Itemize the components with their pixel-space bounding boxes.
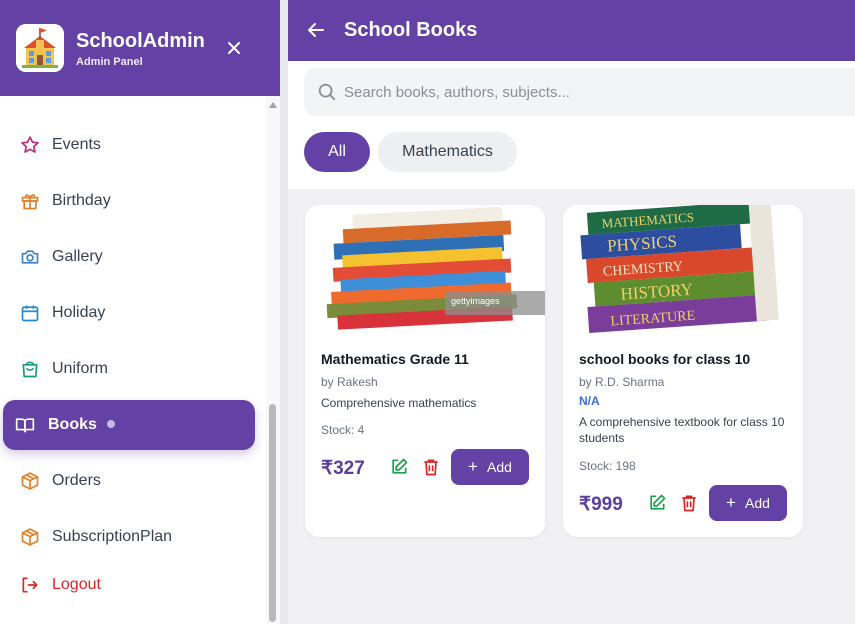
filter-chip-mathematics[interactable]: Mathematics: [378, 132, 517, 172]
book-description: A comprehensive textbook for class 10 st…: [579, 415, 785, 445]
sidebar-item-gallery[interactable]: Gallery: [0, 232, 266, 282]
book-description: Comprehensive mathematics: [321, 396, 477, 410]
edit-icon: [650, 494, 666, 510]
sidebar-item-birthday[interactable]: Birthday: [0, 176, 266, 226]
add-to-cart-button[interactable]: + Add: [709, 485, 787, 521]
page-title: School Books: [344, 19, 478, 41]
book-cover-image: MATHEMATICS PHYSICS CHEMISTRY HISTORY LI…: [563, 205, 803, 333]
sidebar-item-label: Orders: [52, 472, 101, 489]
book-author: by R.D. Sharma: [579, 375, 665, 389]
search-icon: [318, 83, 336, 101]
clipped-nav-icon: [20, 96, 40, 100]
add-button-label: Add: [487, 459, 512, 475]
book-stock: Stock: 198: [579, 459, 636, 473]
camera-icon: [21, 250, 39, 264]
search-filter-area: All Mathematics: [288, 61, 855, 189]
sidebar-item-label: SubscriptionPlan: [52, 528, 173, 545]
edit-icon: [392, 458, 408, 474]
add-button-label: Add: [745, 495, 770, 511]
brand-subtitle: Admin Panel: [76, 56, 143, 68]
book-card[interactable]: MATHEMATICS PHYSICS CHEMISTRY HISTORY LI…: [563, 205, 803, 537]
sidebar-divider: [280, 0, 288, 624]
brand-title: SchoolAdmin: [76, 30, 205, 52]
search-input[interactable]: [344, 68, 844, 116]
main-content: School Books All Mathematics: [288, 0, 855, 624]
trash-icon: [424, 459, 438, 476]
book-card[interactable]: gettyimages Mathematics Grade 11 by Rake…: [305, 205, 545, 537]
sidebar-item-label: Uniform: [52, 360, 109, 377]
sidebar-item-orders[interactable]: Orders: [0, 456, 266, 506]
book-cover-image: gettyimages: [305, 205, 545, 333]
book-title: school books for class 10: [579, 351, 751, 367]
package-icon: [21, 528, 39, 546]
scrollbar-thumb[interactable]: [269, 404, 276, 622]
sidebar-item-books[interactable]: Books: [3, 400, 255, 450]
star-icon: [21, 136, 39, 153]
sidebar-item-logout[interactable]: Logout: [0, 560, 266, 610]
sidebar-nav: Events Birthday Gallery Holiday Uniform …: [0, 96, 266, 624]
edit-button[interactable]: [647, 493, 667, 513]
book-title: Mathematics Grade 11: [321, 351, 469, 367]
sidebar-item-label: Logout: [52, 576, 101, 593]
sidebar: SchoolAdmin Admin Panel Events Birthday …: [0, 0, 280, 624]
add-to-cart-button[interactable]: + Add: [451, 449, 529, 485]
sidebar-item-label: Books: [48, 416, 97, 433]
book-author: by Rakesh: [321, 375, 378, 389]
book-price: ₹327: [321, 458, 365, 479]
watermark-text: gettyimages: [451, 296, 500, 306]
book-price: ₹999: [579, 494, 623, 515]
school-logo: [16, 24, 64, 72]
arrow-left-icon: [308, 23, 324, 37]
search-box[interactable]: [304, 68, 855, 116]
calendar-icon: [21, 305, 39, 322]
sidebar-item-label: Birthday: [52, 192, 111, 209]
sidebar-item-label: Events: [52, 136, 101, 153]
close-icon: [228, 42, 240, 54]
top-bar: School Books: [288, 0, 855, 61]
delete-button[interactable]: [421, 457, 441, 477]
sidebar-item-label: Holiday: [52, 304, 106, 321]
sidebar-item-events[interactable]: Events: [0, 120, 266, 170]
sidebar-scrollbar[interactable]: [266, 96, 280, 624]
back-button[interactable]: [304, 18, 328, 42]
sidebar-item-subscriptionplan[interactable]: SubscriptionPlan: [0, 512, 266, 562]
book-subject: N/A: [579, 394, 600, 408]
filter-chip-all[interactable]: All: [304, 132, 370, 172]
sidebar-header: SchoolAdmin Admin Panel: [0, 0, 280, 96]
package-icon: [21, 472, 39, 490]
plus-icon: +: [726, 493, 736, 512]
trash-icon: [682, 495, 696, 512]
close-sidebar-button[interactable]: [222, 36, 246, 60]
edit-button[interactable]: [389, 457, 409, 477]
book-stock: Stock: 4: [321, 423, 365, 437]
scroll-up-arrow-icon[interactable]: [269, 102, 277, 108]
active-indicator-dot: [107, 420, 115, 428]
logout-icon: [22, 577, 38, 593]
sidebar-item-label: Gallery: [52, 248, 103, 265]
sidebar-item-uniform[interactable]: Uniform: [0, 344, 266, 394]
book-open-icon: [15, 418, 35, 433]
plus-icon: +: [468, 457, 478, 476]
shopping-bag-icon: [22, 361, 38, 378]
sidebar-item-holiday[interactable]: Holiday: [0, 288, 266, 338]
delete-button[interactable]: [679, 493, 699, 513]
gift-icon: [21, 194, 39, 210]
